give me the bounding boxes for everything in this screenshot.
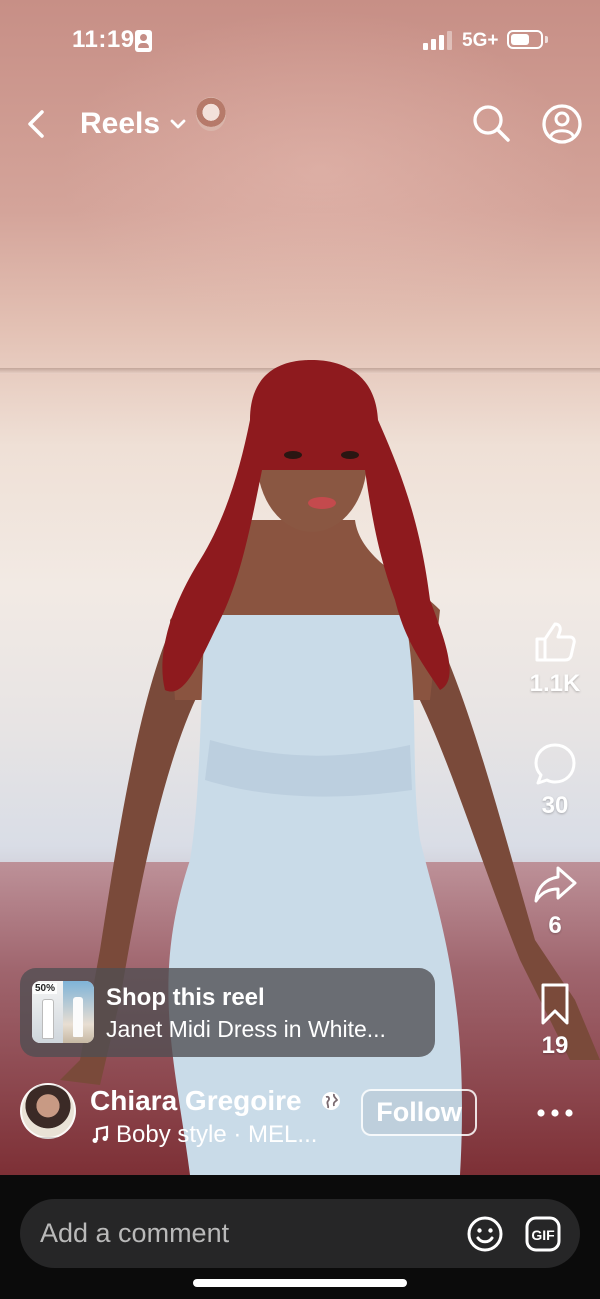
page-title: Reels	[80, 107, 161, 140]
save-count: 19	[541, 1032, 569, 1059]
profile-button[interactable]	[540, 102, 584, 146]
reels-feed-selector[interactable]: Reels	[80, 104, 188, 144]
status-bar: 11:19 5G+	[0, 0, 600, 82]
music-note-icon	[92, 1125, 109, 1143]
more-options-button[interactable]	[536, 1100, 574, 1126]
product-name: Janet Midi Dress in White...	[106, 1016, 386, 1042]
audio-label: Boby style · MEL...	[116, 1121, 318, 1148]
audio-track[interactable]: Boby style · MEL...	[90, 1121, 317, 1149]
shop-this-reel-card[interactable]: 50% Shop this reel Janet Midi Dress in W…	[20, 968, 435, 1057]
author-name[interactable]: Chiara Gregoire	[90, 1085, 302, 1117]
bookmark-icon	[541, 983, 569, 1025]
author-avatar[interactable]	[20, 1083, 76, 1139]
like-button[interactable]: 1.1K	[520, 618, 590, 698]
follow-button[interactable]: Follow	[361, 1089, 477, 1136]
emoji-button[interactable]	[466, 1215, 504, 1253]
product-thumbnail: 50%	[32, 981, 94, 1043]
ceiling-fixture	[196, 97, 226, 131]
thumbs-up-icon	[535, 622, 576, 662]
dress-image	[42, 999, 54, 1039]
gif-icon: GIF	[525, 1216, 561, 1252]
reels-screen: 11:19 5G+ Reels 1.1K 30 6 19 50% Shop th…	[0, 0, 600, 1299]
search-icon	[473, 105, 510, 142]
shop-title: Shop this reel	[106, 984, 265, 1011]
more-horizontal-icon	[537, 1109, 573, 1117]
wall-molding	[0, 368, 600, 374]
discount-badge: 50%	[33, 983, 58, 994]
like-count: 1.1K	[529, 670, 581, 697]
comment-button[interactable]: 30	[520, 740, 590, 820]
gif-button[interactable]: GIF	[524, 1215, 562, 1253]
contact-card-icon	[135, 30, 152, 52]
svg-text:GIF: GIF	[531, 1227, 555, 1243]
comment-icon	[534, 743, 576, 785]
share-icon	[534, 866, 577, 903]
smiley-icon	[467, 1216, 503, 1252]
cellular-signal-icon	[423, 30, 453, 50]
globe-icon	[322, 1092, 340, 1110]
save-button[interactable]: 19	[520, 980, 590, 1060]
back-button[interactable]	[20, 104, 56, 144]
comment-count: 30	[541, 792, 569, 819]
chevron-down-icon	[170, 119, 186, 129]
home-indicator[interactable]	[193, 1279, 407, 1287]
battery-icon	[507, 30, 543, 49]
share-button[interactable]: 6	[520, 860, 590, 940]
chevron-left-icon	[28, 110, 44, 138]
share-count: 6	[548, 912, 562, 939]
search-button[interactable]	[470, 102, 512, 144]
comment-input[interactable]: Add a comment	[40, 1218, 229, 1249]
dress-image	[73, 997, 83, 1037]
clock-time: 11:19	[72, 26, 135, 53]
battery-tip	[545, 36, 548, 43]
network-type: 5G+	[462, 30, 499, 51]
profile-icon	[542, 104, 582, 144]
